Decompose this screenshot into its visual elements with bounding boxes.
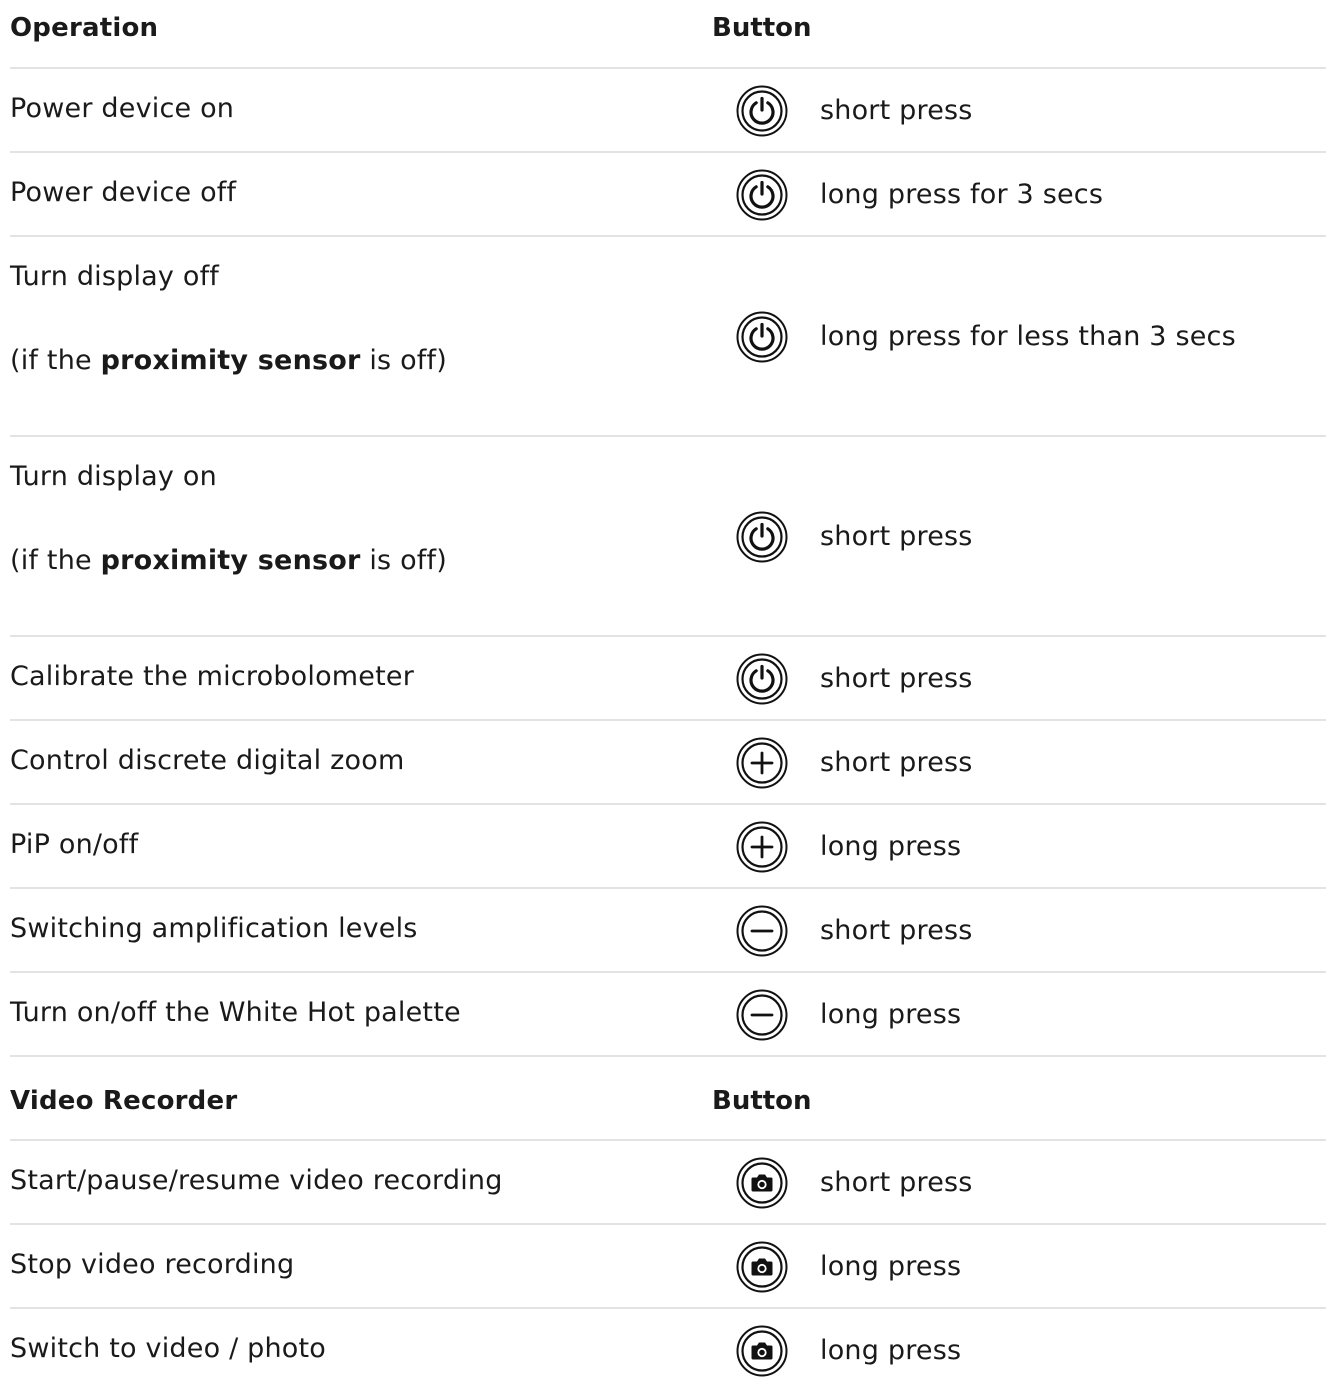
minus-icon[interactable] — [736, 905, 788, 957]
table-row: Turn display on (if the proximity sensor… — [10, 437, 1326, 637]
operation-label: Stop video recording — [10, 1249, 295, 1280]
power-icon[interactable] — [736, 311, 788, 363]
table-row: Control discrete digital zoom short pres… — [10, 721, 1326, 805]
operation-label: Power device off — [10, 177, 237, 208]
operation-label: Start/pause/resume video recording — [10, 1165, 503, 1196]
press-type: long press — [820, 1335, 962, 1366]
camera-icon[interactable] — [736, 1241, 788, 1293]
note-prefix: (if the — [10, 345, 101, 376]
press-type: short press — [820, 915, 973, 946]
table-row: Turn on/off the White Hot palette long p… — [10, 973, 1326, 1057]
camera-icon[interactable] — [736, 1157, 788, 1209]
table-row: PiP on/off long press — [10, 805, 1326, 889]
operation-label: Turn on/off the White Hot palette — [10, 997, 461, 1028]
note-suffix: is off) — [360, 545, 447, 576]
operation-label: Turn display on (if the proximity sensor… — [10, 459, 447, 579]
operation-column-header: Operation — [10, 13, 159, 43]
press-type: long press — [820, 999, 962, 1030]
button-column-header: Button — [712, 13, 812, 43]
press-type: short press — [820, 663, 973, 694]
power-icon[interactable] — [736, 169, 788, 221]
press-type: long press — [820, 1251, 962, 1282]
operation-label: Power device on — [10, 93, 235, 124]
controls-table: Operation Button Power device on short p… — [10, 0, 1326, 1393]
operation-label: Switching amplification levels — [10, 913, 418, 944]
proximity-sensor-term: proximity sensor — [100, 545, 361, 576]
table-row: Switching amplification levels short pre… — [10, 889, 1326, 973]
operations-header-row: Operation Button — [10, 0, 1326, 69]
proximity-sensor-term: proximity sensor — [100, 345, 361, 376]
table-row: Switch to video / photo long press — [10, 1309, 1326, 1393]
table-row: Start/pause/resume video recording short… — [10, 1141, 1326, 1225]
press-type: short press — [820, 95, 973, 126]
press-type: long press for 3 secs — [820, 179, 1104, 210]
press-type: long press for less than 3 secs — [820, 321, 1236, 352]
operation-title: Turn display off — [10, 261, 220, 292]
table-row: Power device off long press for 3 secs — [10, 153, 1326, 237]
button-column-header: Button — [712, 1086, 812, 1116]
table-row: Calibrate the microbolometer short press — [10, 637, 1326, 721]
operation-note: (if the proximity sensor is off) — [10, 543, 447, 579]
video-recorder-column-header: Video Recorder — [10, 1086, 238, 1116]
video-recorder-header-row: Video Recorder Button — [10, 1057, 1326, 1141]
operation-label: Turn display off (if the proximity senso… — [10, 259, 447, 379]
operation-label: Calibrate the microbolometer — [10, 661, 415, 692]
plus-icon[interactable] — [736, 737, 788, 789]
operation-label: PiP on/off — [10, 829, 139, 860]
note-prefix: (if the — [10, 545, 101, 576]
power-icon[interactable] — [736, 85, 788, 137]
operation-label: Switch to video / photo — [10, 1333, 327, 1364]
operation-label: Control discrete digital zoom — [10, 745, 405, 776]
table-row: Power device on short press — [10, 69, 1326, 153]
power-icon[interactable] — [736, 511, 788, 563]
press-type: long press — [820, 831, 962, 862]
press-type: short press — [820, 747, 973, 778]
plus-icon[interactable] — [736, 821, 788, 873]
press-type: short press — [820, 1167, 973, 1198]
camera-icon[interactable] — [736, 1325, 788, 1377]
minus-icon[interactable] — [736, 989, 788, 1041]
power-icon[interactable] — [736, 653, 788, 705]
table-row: Turn display off (if the proximity senso… — [10, 237, 1326, 437]
table-row: Stop video recording long press — [10, 1225, 1326, 1309]
operation-note: (if the proximity sensor is off) — [10, 343, 447, 379]
press-type: short press — [820, 521, 973, 552]
operation-title: Turn display on — [10, 461, 217, 492]
note-suffix: is off) — [360, 345, 447, 376]
